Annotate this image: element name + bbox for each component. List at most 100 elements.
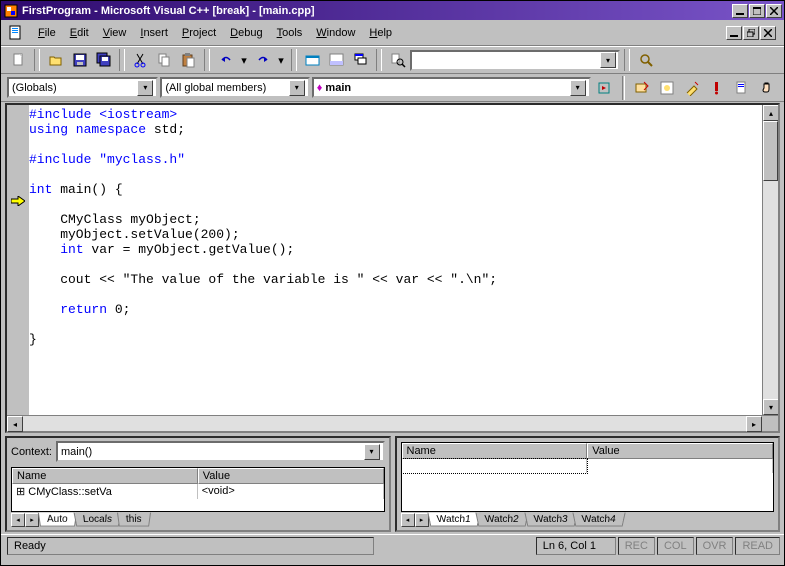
tab-scroll-left[interactable]: ◂ (11, 513, 25, 527)
scroll-up-button[interactable]: ▴ (763, 105, 778, 121)
watch-grid[interactable]: NameValue (401, 442, 775, 512)
col-name[interactable]: Name (402, 443, 588, 459)
members-combo[interactable]: (All global members)▾ (160, 77, 309, 98)
variables-panel: Context: main()▾ NameValue ⊞ CMyClass::s… (5, 436, 391, 532)
menu-bar: FileEditViewInsertProjectDebugToolsWindo… (1, 20, 784, 46)
wizard-action2-button[interactable] (655, 77, 678, 99)
status-bar: Ready Ln 6, Col 1 REC COL OVR READ (1, 534, 784, 556)
save-button[interactable] (68, 49, 91, 71)
maximize-button[interactable] (749, 4, 765, 18)
context-label: Context: (11, 446, 52, 458)
col-value[interactable]: Value (198, 468, 384, 484)
status-col: COL (657, 537, 694, 555)
scroll-right-button[interactable]: ▸ (746, 416, 762, 432)
menu-file[interactable]: File (31, 24, 63, 42)
context-combo[interactable]: main()▾ (56, 441, 385, 462)
window-title: FirstProgram - Microsoft Visual C++ [bre… (22, 5, 732, 17)
context-value: main() (61, 446, 92, 458)
close-button[interactable] (766, 4, 782, 18)
debug-panels: Context: main()▾ NameValue ⊞ CMyClass::s… (1, 434, 784, 534)
redo-button[interactable] (251, 49, 274, 71)
tab-watch4[interactable]: Watch4 (572, 513, 625, 527)
undo-button[interactable] (214, 49, 237, 71)
hand-button[interactable] (755, 77, 778, 99)
new-text-file-button[interactable] (7, 49, 30, 71)
status-ovr: OVR (696, 537, 734, 555)
menu-project[interactable]: Project (175, 24, 223, 42)
col-name[interactable]: Name (12, 468, 198, 484)
find-in-files-button[interactable] (386, 49, 409, 71)
menu-view[interactable]: View (96, 24, 134, 42)
minimize-button[interactable] (732, 4, 748, 18)
tab-scroll-right[interactable]: ▸ (415, 513, 429, 527)
cell-value[interactable]: <void> (198, 484, 384, 499)
wizard-action1-button[interactable] (631, 77, 654, 99)
scope-value: (Globals) (12, 82, 57, 94)
redo-dropdown[interactable]: ▾ (275, 49, 287, 71)
code-editor[interactable]: #include <iostream> using namespace std;… (7, 105, 778, 415)
mdi-restore-button[interactable] (743, 26, 759, 40)
find-combo[interactable]: ▾ (410, 50, 620, 71)
tab-locals[interactable]: Locals (73, 513, 121, 527)
status-position: Ln 6, Col 1 (536, 537, 616, 555)
scroll-down-button[interactable]: ▾ (763, 399, 778, 415)
new-class-button[interactable] (730, 77, 753, 99)
tab-watch1[interactable]: Watch1 (427, 513, 480, 527)
menu-insert[interactable]: Insert (133, 24, 175, 42)
menu-tools[interactable]: Tools (270, 24, 310, 42)
workspace-button[interactable] (301, 49, 324, 71)
breakpoint-button[interactable] (705, 77, 728, 99)
scope-combo[interactable]: (Globals)▾ (7, 77, 158, 98)
undo-dropdown[interactable]: ▾ (238, 49, 250, 71)
cut-button[interactable] (129, 49, 152, 71)
document-icon[interactable] (7, 24, 25, 42)
function-combo[interactable]: ♦main▾ (312, 77, 591, 98)
paste-button[interactable] (177, 49, 200, 71)
search-button[interactable] (634, 49, 657, 71)
goto-button[interactable] (593, 77, 616, 99)
menu-help[interactable]: Help (362, 24, 399, 42)
variables-grid[interactable]: NameValue ⊞ CMyClass::setVa <void> (11, 467, 385, 512)
tab-watch2[interactable]: Watch2 (475, 513, 528, 527)
status-ready: Ready (7, 537, 374, 555)
app-icon (3, 3, 19, 19)
save-all-button[interactable] (92, 49, 115, 71)
code-text[interactable]: #include <iostream> using namespace std;… (29, 105, 762, 415)
col-value[interactable]: Value (587, 443, 773, 459)
mdi-minimize-button[interactable] (726, 26, 742, 40)
tab-watch3[interactable]: Watch3 (524, 513, 577, 527)
watch-panel: NameValue ◂ ▸ Watch1Watch2Watch3Watch4 (395, 436, 781, 532)
menu-debug[interactable]: Debug (223, 24, 269, 42)
scroll-left-button[interactable]: ◂ (7, 416, 23, 432)
function-value: main (325, 82, 351, 94)
vertical-scrollbar[interactable]: ▴ ▾ (762, 105, 778, 415)
tab-auto[interactable]: Auto (38, 513, 77, 527)
menu-edit[interactable]: Edit (63, 24, 96, 42)
table-row: ⊞ CMyClass::setVa <void> (12, 484, 384, 499)
open-button[interactable] (44, 49, 67, 71)
horizontal-scrollbar[interactable]: ◂ ▸ (7, 415, 778, 431)
cell-name[interactable]: ⊞ CMyClass::setVa (12, 484, 198, 499)
status-rec: REC (618, 537, 655, 555)
mdi-close-button[interactable] (760, 26, 776, 40)
wizard-bar: (Globals)▾ (All global members)▾ ♦main▾ (1, 74, 784, 102)
table-row (402, 459, 774, 473)
cell-name[interactable] (402, 459, 588, 473)
tab-this[interactable]: this (117, 513, 151, 527)
output-button[interactable] (325, 49, 348, 71)
execution-pointer-icon (11, 196, 25, 206)
status-read: READ (735, 537, 780, 555)
tab-scroll-left[interactable]: ◂ (401, 513, 415, 527)
title-bar: FirstProgram - Microsoft Visual C++ [bre… (1, 1, 784, 20)
tab-scroll-right[interactable]: ▸ (25, 513, 39, 527)
wizard-action3-button[interactable] (680, 77, 703, 99)
scroll-thumb[interactable] (763, 121, 778, 181)
cell-value[interactable] (587, 459, 773, 473)
members-value: (All global members) (165, 82, 266, 94)
window-list-button[interactable] (349, 49, 372, 71)
editor-area: #include <iostream> using namespace std;… (1, 102, 784, 434)
editor-gutter (7, 105, 29, 415)
copy-button[interactable] (153, 49, 176, 71)
menu-window[interactable]: Window (309, 24, 362, 42)
standard-toolbar: ▾ ▾ ▾ (1, 46, 784, 74)
